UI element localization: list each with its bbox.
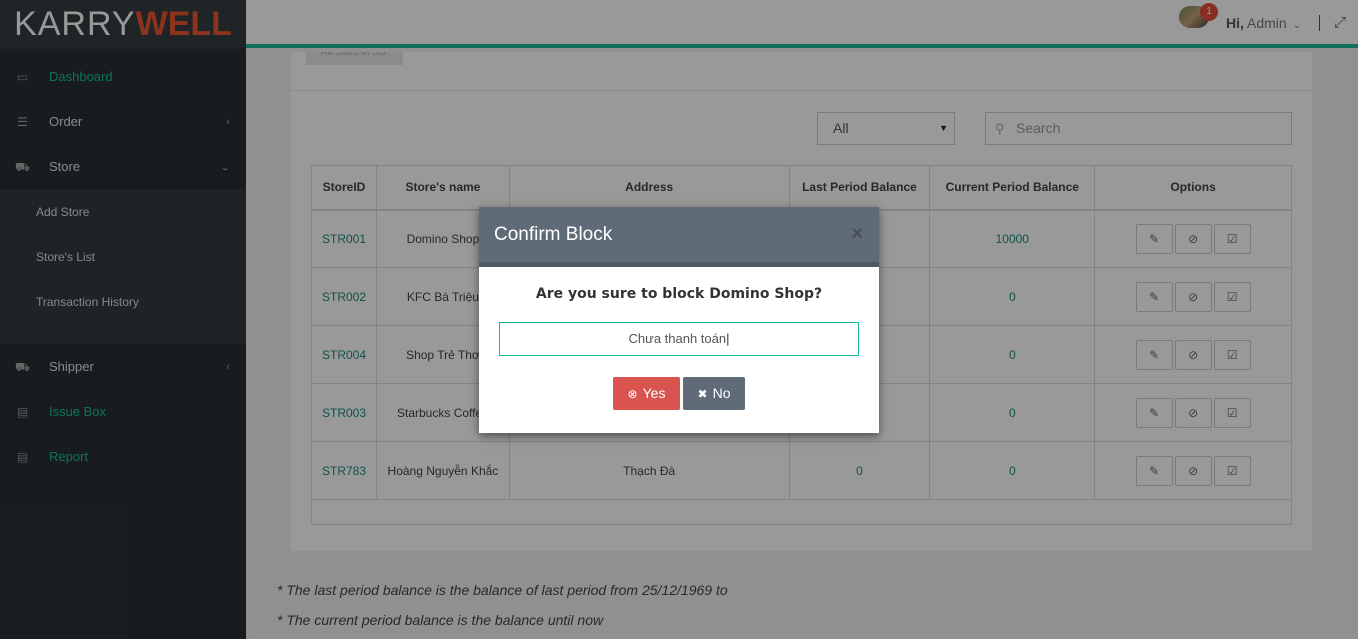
yes-button[interactable]: ⊗ Yes [613,377,680,410]
confirm-question: Are you sure to block Domino Shop? [535,286,823,302]
times-circle-icon: ⊗ [627,387,638,401]
no-button[interactable]: ✖ No [683,377,745,410]
modal-title: Confirm Block [494,224,613,245]
modal-header: Confirm Block × [479,207,879,267]
block-reason-input[interactable]: Chưa thanh toán| [499,322,859,356]
confirm-block-dialog: Confirm Block × Are you sure to block Do… [479,207,879,433]
close-icon[interactable]: × [851,207,863,262]
close-icon: ✖ [697,387,708,401]
